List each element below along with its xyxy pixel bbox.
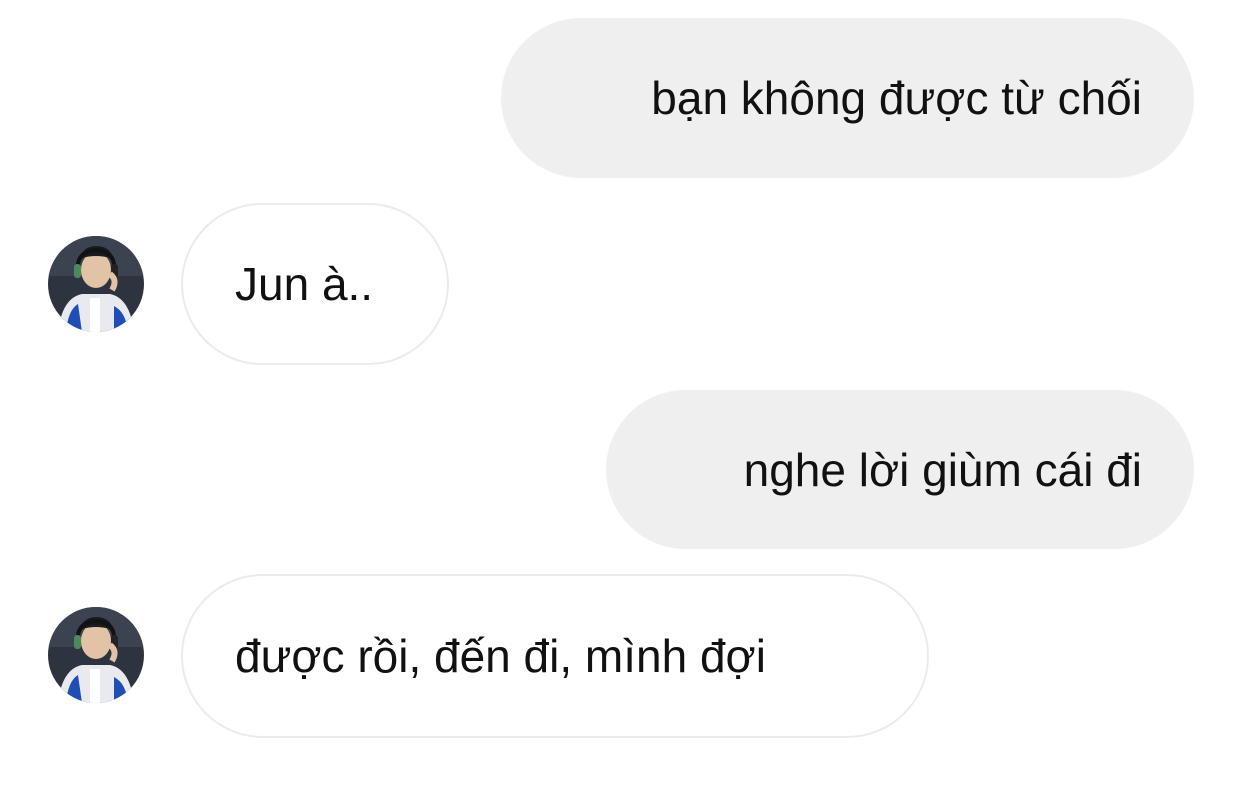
message-text: nghe lời giùm cái đi bbox=[743, 443, 1142, 496]
received-message-bubble[interactable]: Jun à.. bbox=[181, 203, 449, 365]
sent-message-bubble[interactable]: nghe lời giùm cái đi bbox=[606, 390, 1194, 549]
message-text: bạn không được từ chối bbox=[651, 72, 1142, 124]
message-text: được rồi, đến đi, mình đợi bbox=[235, 630, 766, 682]
message-text: Jun à.. bbox=[235, 258, 374, 310]
user-avatar-icon[interactable] bbox=[48, 236, 144, 332]
received-message-bubble[interactable]: được rồi, đến đi, mình đợi bbox=[181, 574, 929, 738]
user-avatar-icon[interactable] bbox=[48, 607, 144, 703]
sent-message-bubble[interactable]: bạn không được từ chối bbox=[501, 18, 1194, 178]
